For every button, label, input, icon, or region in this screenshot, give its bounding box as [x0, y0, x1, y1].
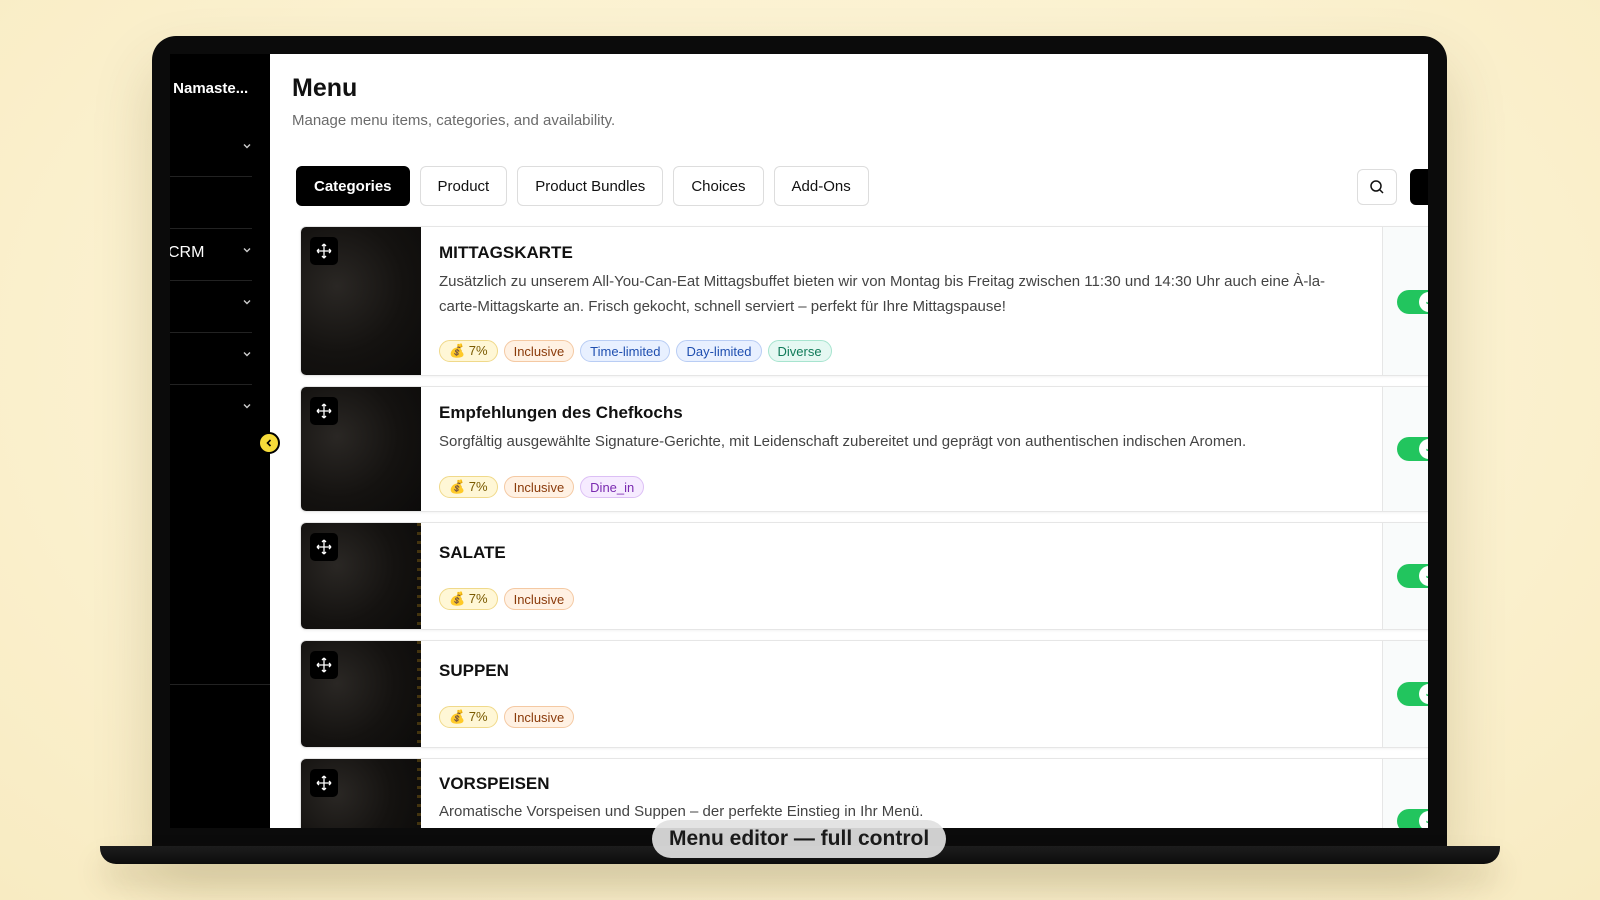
drag-handle-icon[interactable]: [310, 397, 338, 425]
tab-add-ons[interactable]: Add-Ons: [773, 166, 869, 206]
chevron-left-icon: [266, 439, 272, 447]
category-name: Empfehlungen des Chefkochs: [439, 403, 683, 422]
page-subtitle: Manage menu items, categories, and avail…: [292, 112, 616, 129]
category-description: Sorgfältig ausgewählte Signature-Gericht…: [439, 433, 1247, 450]
availability-toggle[interactable]: ✓: [1397, 564, 1428, 588]
category-name: SUPPEN: [439, 661, 509, 680]
search-button[interactable]: [1357, 169, 1397, 205]
category-card[interactable]: SUPPEN 💰 7% Inclusive ✓: [300, 640, 1428, 748]
chevron-down-icon: [242, 296, 252, 310]
chevron-down-icon: [242, 244, 252, 258]
sidebar: t Namaste... CRM: [170, 54, 270, 828]
search-icon: [1370, 180, 1384, 194]
page-title: Menu: [292, 74, 358, 102]
check-icon: ✓: [1419, 439, 1428, 459]
tab-product-bundles[interactable]: Product Bundles: [517, 166, 664, 206]
caption-label: Menu editor — full control: [652, 820, 947, 858]
tax-badge: 💰 7%: [439, 588, 498, 610]
badge-list: 💰 7% Inclusive: [439, 588, 575, 610]
check-icon: ✓: [1419, 292, 1428, 312]
sidebar-divider: [170, 684, 270, 685]
card-actions: ✓: [1382, 523, 1428, 629]
inclusive-badge: Inclusive: [503, 340, 575, 362]
category-name: SALATE: [439, 543, 506, 562]
diverse-badge: Diverse: [767, 340, 832, 362]
tax-badge: 💰 7%: [439, 706, 498, 728]
category-image: [301, 759, 421, 828]
tab-bar: Categories Product Product Bundles Choic…: [296, 166, 869, 206]
dine-in-badge: Dine_in: [580, 476, 645, 498]
category-description: Zusätzlich zu unserem All-You-Can-Eat Mi…: [439, 273, 1326, 315]
availability-toggle[interactable]: ✓: [1397, 809, 1428, 828]
category-image: [301, 387, 421, 511]
card-actions: ✓: [1382, 387, 1428, 511]
sidebar-brand[interactable]: t Namaste...: [170, 80, 270, 97]
inclusive-badge: Inclusive: [503, 706, 575, 728]
card-actions: ✓: [1382, 641, 1428, 747]
category-image: [301, 523, 421, 629]
tax-badge: 💰 7%: [439, 340, 498, 362]
sidebar-item-1[interactable]: [170, 124, 252, 177]
category-name: VORSPEISEN: [439, 774, 550, 793]
tab-categories[interactable]: Categories: [296, 166, 410, 206]
sidebar-collapse-button[interactable]: [258, 432, 280, 454]
badge-list: 💰 7% Inclusive Time-limited Day-limited …: [439, 340, 832, 362]
tax-badge: 💰 7%: [439, 476, 498, 498]
app-screen: t Namaste... CRM Menu Manage menu items,…: [170, 54, 1428, 828]
card-actions: ✓: [1382, 759, 1428, 828]
sidebar-item-crm[interactable]: CRM: [170, 228, 252, 281]
category-image: [301, 641, 421, 747]
availability-toggle[interactable]: ✓: [1397, 682, 1428, 706]
category-card[interactable]: Empfehlungen des Chefkochs Sorgfältig au…: [300, 386, 1428, 512]
sidebar-item-2[interactable]: [170, 176, 252, 229]
check-icon: ✓: [1419, 684, 1428, 704]
category-card[interactable]: SALATE 💰 7% Inclusive ✓: [300, 522, 1428, 630]
category-image: [301, 227, 421, 375]
check-icon: ✓: [1419, 811, 1428, 828]
main-content: Menu Manage menu items, categories, and …: [270, 54, 1428, 828]
category-card[interactable]: MITTAGSKARTE Zusätzlich zu unserem All-Y…: [300, 226, 1428, 376]
day-limited-badge: Day-limited: [676, 340, 762, 362]
add-button[interactable]: [1410, 169, 1428, 205]
chevron-down-icon: [242, 400, 252, 414]
sidebar-item-5[interactable]: [170, 332, 252, 385]
chevron-down-icon: [242, 140, 252, 154]
category-card[interactable]: VORSPEISEN Aromatische Vorspeisen und Su…: [300, 758, 1428, 828]
drag-handle-icon[interactable]: [310, 769, 338, 797]
inclusive-badge: Inclusive: [503, 588, 575, 610]
check-icon: ✓: [1419, 566, 1428, 586]
drag-handle-icon[interactable]: [310, 533, 338, 561]
availability-toggle[interactable]: ✓: [1397, 437, 1428, 461]
tab-product[interactable]: Product: [419, 166, 508, 206]
drag-handle-icon[interactable]: [310, 237, 338, 265]
time-limited-badge: Time-limited: [580, 340, 671, 362]
tab-choices[interactable]: Choices: [673, 166, 764, 206]
drag-handle-icon[interactable]: [310, 651, 338, 679]
chevron-down-icon: [242, 348, 252, 362]
category-name: MITTAGSKARTE: [439, 243, 573, 262]
sidebar-item-4[interactable]: [170, 280, 252, 333]
sidebar-item-6[interactable]: [170, 384, 252, 436]
card-actions: ✓: [1382, 227, 1428, 375]
badge-list: 💰 7% Inclusive Dine_in: [439, 476, 645, 498]
availability-toggle[interactable]: ✓: [1397, 290, 1428, 314]
badge-list: 💰 7% Inclusive: [439, 706, 575, 728]
inclusive-badge: Inclusive: [503, 476, 575, 498]
